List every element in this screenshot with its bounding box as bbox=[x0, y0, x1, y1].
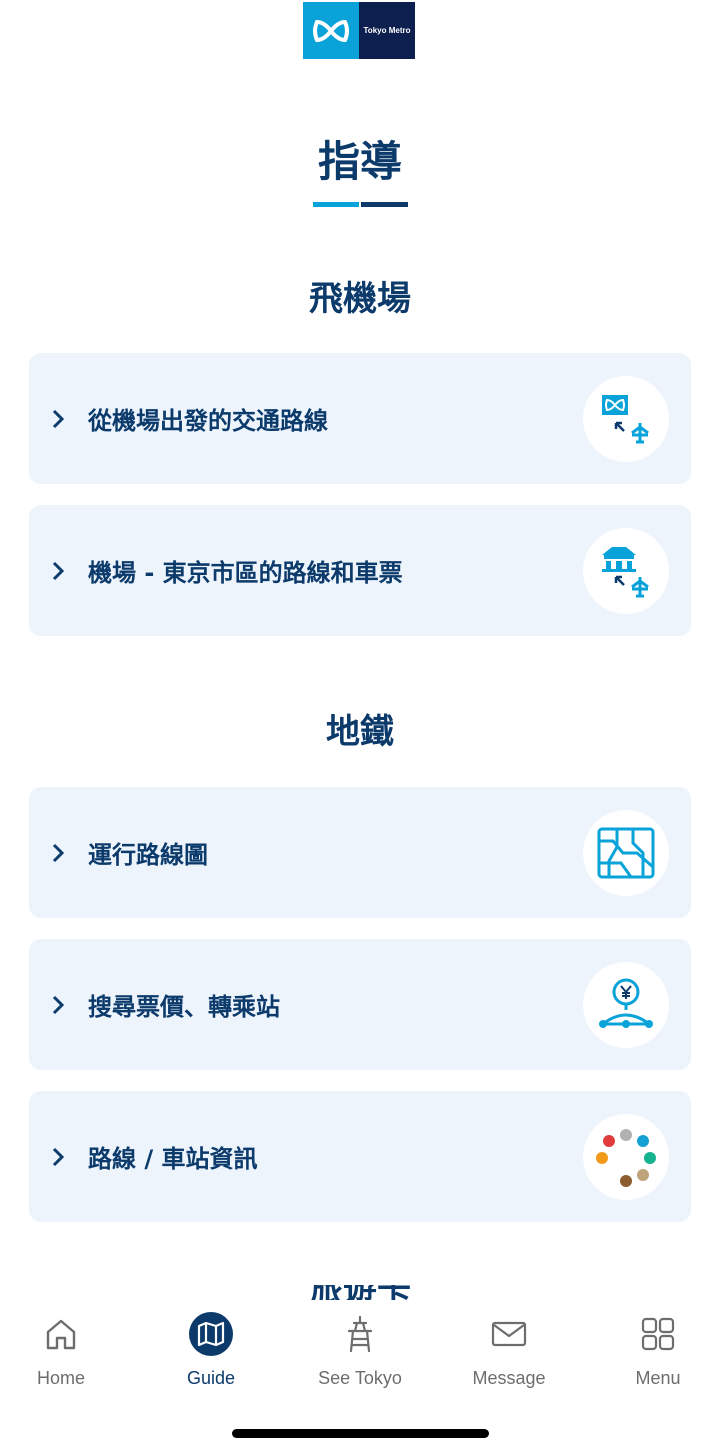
card-label: 路線 / 車站資訊 bbox=[88, 1145, 258, 1173]
tower-icon bbox=[338, 1312, 382, 1356]
line-colors-icon bbox=[583, 1113, 669, 1200]
building-airplane-icon bbox=[583, 527, 669, 614]
tokyo-metro-logo: Tokyo Metro bbox=[303, 2, 415, 59]
tab-label: Guide bbox=[186, 1368, 236, 1388]
route-map-card[interactable]: 運行路線圖 bbox=[29, 787, 691, 918]
grid-icon bbox=[636, 1312, 680, 1356]
tab-label: See Tokyo bbox=[318, 1368, 402, 1388]
map-icon bbox=[189, 1312, 233, 1356]
chevron-right-icon bbox=[52, 843, 65, 862]
tab-menu[interactable]: Menu bbox=[598, 1312, 718, 1389]
logo-wordmark: Tokyo Metro bbox=[359, 2, 415, 59]
tab-label: Menu bbox=[635, 1368, 681, 1388]
airport-to-tokyo-tickets-card[interactable]: 機場 - 東京市區的路線和車票 bbox=[29, 505, 691, 636]
route-map-icon bbox=[583, 809, 669, 896]
chevron-right-icon bbox=[52, 561, 65, 580]
metro-airplane-icon bbox=[583, 375, 669, 462]
tab-label: Message bbox=[472, 1368, 546, 1388]
tab-label: Home bbox=[36, 1368, 85, 1388]
home-indicator[interactable] bbox=[232, 1429, 489, 1438]
title-underline bbox=[313, 202, 408, 207]
line-station-info-card[interactable]: 路線 / 車站資訊 bbox=[29, 1091, 691, 1222]
card-label: 搜尋票價、轉乘站 bbox=[88, 993, 280, 1021]
tab-guide[interactable]: Guide bbox=[151, 1312, 271, 1389]
page-title: 指導 bbox=[317, 137, 402, 186]
chevron-right-icon bbox=[52, 995, 65, 1014]
chevron-right-icon bbox=[52, 1147, 65, 1166]
tab-see-tokyo[interactable]: See Tokyo bbox=[300, 1312, 420, 1389]
card-label: 從機場出發的交通路線 bbox=[88, 407, 328, 435]
chevron-right-icon bbox=[52, 409, 65, 428]
metro-m-icon bbox=[303, 2, 359, 59]
tab-message[interactable]: Message bbox=[449, 1312, 569, 1389]
section-title-travel-card: 旅遊卡 bbox=[0, 1285, 720, 1300]
section-title-subway: 地鐵 bbox=[326, 712, 394, 752]
airport-access-routes-card[interactable]: 從機場出發的交通路線 bbox=[29, 353, 691, 484]
tab-home[interactable]: Home bbox=[1, 1312, 121, 1389]
card-label: 運行路線圖 bbox=[88, 841, 208, 869]
envelope-icon bbox=[487, 1312, 531, 1356]
card-label: 機場 - 東京市區的路線和車票 bbox=[88, 559, 403, 587]
home-icon bbox=[39, 1312, 83, 1356]
fare-transfer-search-card[interactable]: 搜尋票價、轉乘站 bbox=[29, 939, 691, 1070]
fare-transfer-icon bbox=[583, 961, 669, 1048]
section-title-airport: 飛機場 bbox=[309, 279, 411, 319]
